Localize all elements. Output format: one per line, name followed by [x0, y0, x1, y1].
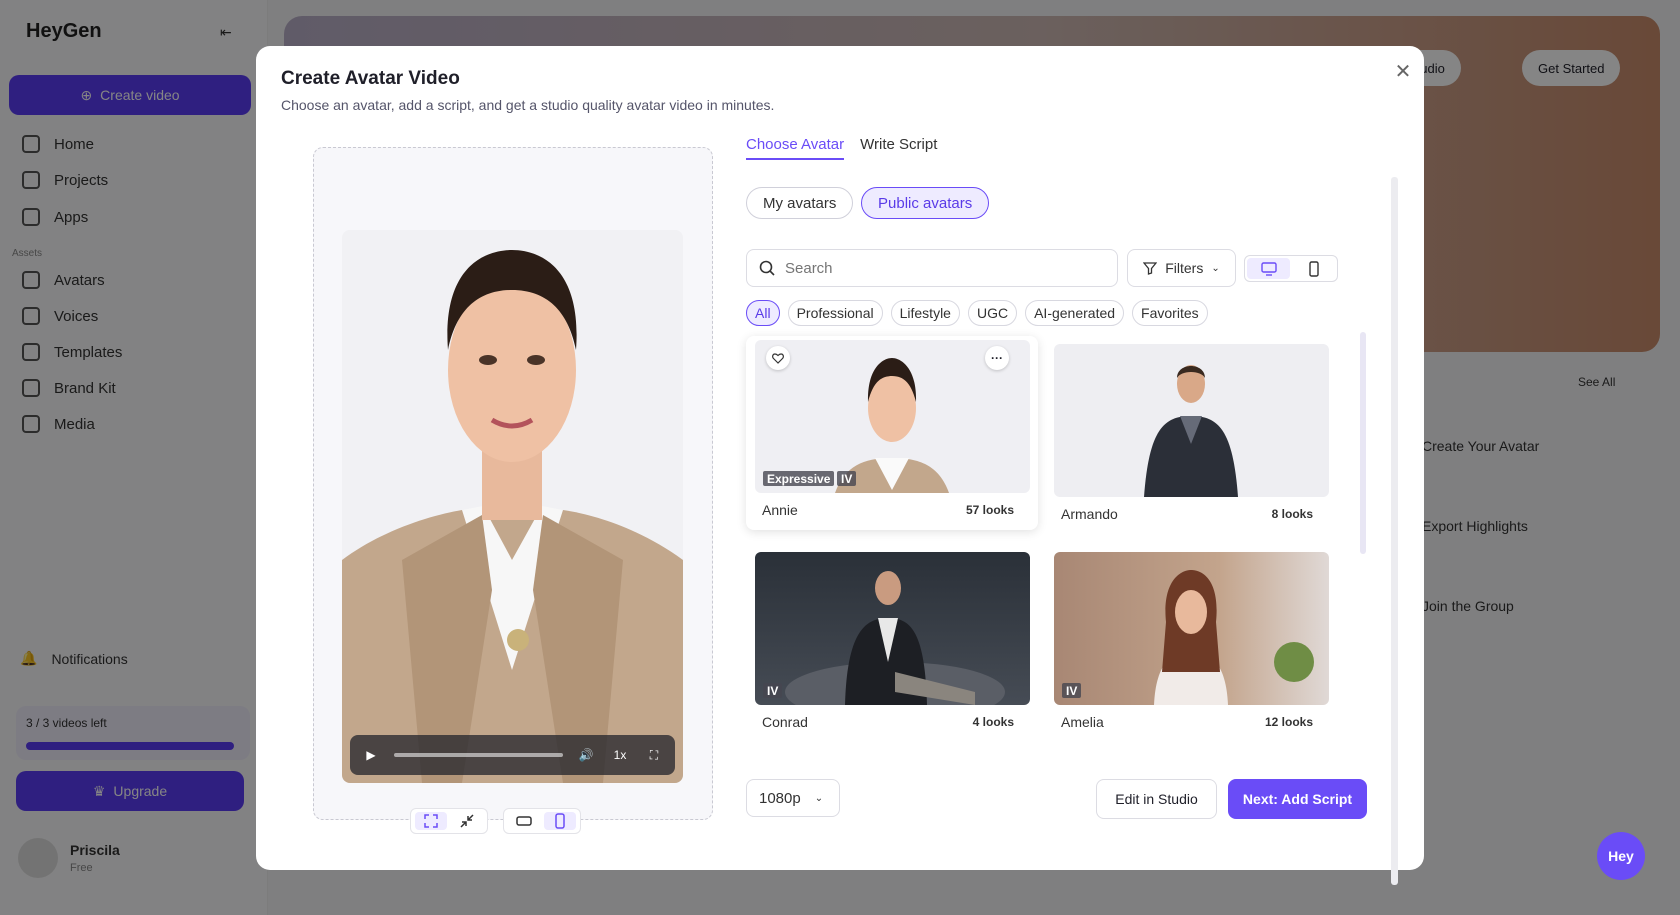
chip-all[interactable]: All — [746, 300, 780, 326]
my-avatars-button[interactable]: My avatars — [746, 187, 854, 219]
video-controls: ▶ 🔊 1x ⛶ — [350, 735, 675, 775]
filters-label: Filters — [1165, 260, 1204, 276]
desktop-view-button[interactable] — [1247, 258, 1290, 279]
phone-icon — [1308, 260, 1319, 277]
iv-badge: IV — [837, 471, 857, 486]
modal-scrollbar[interactable] — [1391, 177, 1398, 885]
avatar-picker-panel: Choose Avatar Write Script My avatars Pu… — [746, 136, 1386, 856]
avatar-name: Amelia — [1061, 714, 1104, 730]
mobile-view-button[interactable] — [1292, 258, 1335, 279]
next-add-script-button[interactable]: Next: Add Script — [1228, 779, 1367, 819]
avatar-name: Conrad — [762, 714, 808, 730]
landscape-icon[interactable] — [508, 812, 540, 830]
search-field[interactable] — [746, 249, 1118, 287]
modal-title: Create Avatar Video — [281, 68, 460, 89]
portrait-icon[interactable] — [544, 812, 576, 830]
avatar-thumbnail: IV — [755, 552, 1030, 705]
search-input[interactable] — [785, 259, 1085, 277]
monitor-icon — [1260, 261, 1277, 276]
chip-professional[interactable]: Professional — [787, 300, 883, 326]
expand-icon[interactable] — [415, 812, 447, 830]
video-progress-bar[interactable] — [394, 753, 563, 757]
modal-subtitle: Choose an avatar, add a script, and get … — [281, 97, 775, 113]
chip-ugc[interactable]: UGC — [967, 300, 1018, 326]
avatar-card-conrad[interactable]: IV Conrad 4 looks — [746, 548, 1038, 742]
tab-write-script[interactable]: Write Script — [860, 136, 937, 160]
avatar-card-annie[interactable]: Expressive IV ··· Annie 57 looks — [746, 336, 1038, 530]
category-chips: All Professional Lifestyle UGC AI-genera… — [746, 300, 1208, 326]
tab-choose-avatar[interactable]: Choose Avatar — [746, 136, 845, 160]
avatar-name: Armando — [1061, 506, 1118, 522]
play-icon[interactable]: ▶ — [360, 744, 382, 766]
avatar-thumbnail: IV — [1054, 552, 1329, 705]
modal-tabs: Choose Avatar Write Script — [746, 136, 937, 160]
filter-icon — [1143, 262, 1158, 275]
iv-badge: IV — [1062, 683, 1082, 698]
avatar-card-amelia[interactable]: IV Amelia 12 looks — [1045, 548, 1337, 742]
filters-button[interactable]: Filters ⌄ — [1127, 249, 1236, 287]
more-options-icon[interactable]: ··· — [985, 346, 1009, 370]
fit-toolbar — [410, 808, 488, 834]
avatar-looks-count: 8 looks — [1271, 507, 1313, 521]
avatar-preview-video[interactable]: ▶ 🔊 1x ⛶ — [342, 230, 683, 783]
search-icon — [759, 260, 775, 276]
avatar-thumbnail — [1054, 344, 1329, 497]
chip-favorites[interactable]: Favorites — [1132, 300, 1208, 326]
avatar-name: Annie — [762, 502, 798, 518]
public-avatars-button[interactable]: Public avatars — [861, 187, 990, 219]
edit-in-studio-button[interactable]: Edit in Studio — [1096, 779, 1217, 819]
chip-lifestyle[interactable]: Lifestyle — [890, 300, 960, 326]
volume-icon[interactable]: 🔊 — [575, 744, 597, 766]
avatar-looks-count: 4 looks — [972, 715, 1014, 729]
layout-toggle — [1244, 255, 1338, 282]
orientation-toolbar — [503, 808, 581, 834]
avatar-preview-image — [342, 230, 683, 783]
resolution-select[interactable]: 1080p ⌄ — [746, 779, 840, 817]
iv-badge: IV — [763, 683, 783, 698]
close-icon[interactable]: ✕ — [1390, 58, 1416, 84]
avatar-card-armando[interactable]: Armando 8 looks — [1045, 340, 1337, 534]
avatar-looks-count: 12 looks — [1264, 715, 1313, 729]
fullscreen-icon[interactable]: ⛶ — [643, 744, 665, 766]
avatar-preview-panel: ▶ 🔊 1x ⛶ — [313, 147, 713, 834]
expressive-badge: Expressive — [763, 471, 835, 486]
shrink-icon[interactable] — [451, 812, 483, 830]
chevron-down-icon: ⌄ — [814, 792, 824, 804]
hey-chat-button[interactable]: Hey — [1597, 832, 1645, 880]
resolution-value: 1080p — [759, 789, 801, 807]
avatar-looks-count: 57 looks — [965, 503, 1014, 517]
chip-ai-generated[interactable]: AI-generated — [1025, 300, 1125, 326]
create-avatar-video-modal: Create Avatar Video Choose an avatar, ad… — [256, 46, 1424, 885]
playback-speed[interactable]: 1x — [609, 744, 631, 766]
heart-icon[interactable] — [766, 346, 790, 370]
chevron-down-icon: ⌄ — [1211, 262, 1220, 274]
avatar-list-scrollbar[interactable] — [1360, 332, 1366, 554]
